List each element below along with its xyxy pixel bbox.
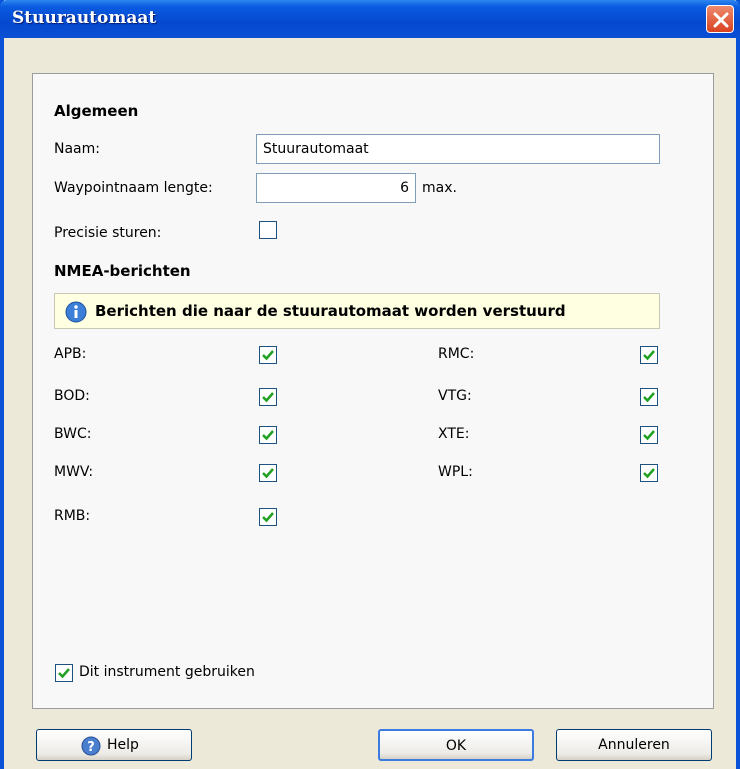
nmea-rmb-checkbox[interactable] bbox=[259, 508, 277, 526]
nmea-right-label: WPL: bbox=[438, 464, 473, 480]
nmea-bod-checkbox[interactable] bbox=[259, 388, 277, 406]
precise-steering-checkbox[interactable] bbox=[259, 221, 277, 239]
close-icon bbox=[713, 12, 729, 28]
nmea-left-label: BOD: bbox=[54, 388, 90, 404]
help-button[interactable]: ? Help bbox=[36, 729, 192, 761]
nmea-left-label: MWV: bbox=[54, 464, 94, 480]
title-bar[interactable]: Stuurautomaat bbox=[0, 0, 740, 38]
svg-text:?: ? bbox=[87, 740, 95, 755]
name-input[interactable]: Stuurautomaat bbox=[256, 134, 660, 164]
precise-steering-label: Precisie sturen: bbox=[54, 225, 162, 241]
nmea-vtg-checkbox[interactable] bbox=[640, 388, 658, 406]
info-icon bbox=[65, 301, 87, 323]
nmea-left-label: APB: bbox=[54, 346, 87, 362]
checkmark-icon bbox=[643, 350, 655, 361]
waypoint-max-label: max. bbox=[422, 180, 457, 196]
close-button[interactable] bbox=[706, 5, 734, 33]
checkmark-icon bbox=[58, 668, 70, 679]
window-title: Stuurautomaat bbox=[12, 8, 157, 28]
waypoint-length-input[interactable]: 6 bbox=[256, 173, 416, 203]
nmea-xte-checkbox[interactable] bbox=[640, 426, 658, 444]
nmea-bwc-checkbox[interactable] bbox=[259, 426, 277, 444]
nmea-left-label: RMB: bbox=[54, 508, 91, 524]
settings-panel bbox=[32, 73, 714, 709]
checkmark-icon bbox=[643, 430, 655, 441]
nmea-right-label: RMC: bbox=[438, 346, 475, 362]
help-icon: ? bbox=[81, 736, 101, 756]
ok-button[interactable]: OK bbox=[378, 729, 534, 761]
nmea-left-label: BWC: bbox=[54, 426, 92, 442]
info-text: Berichten die naar de stuurautomaat word… bbox=[95, 302, 566, 320]
cancel-button[interactable]: Annuleren bbox=[556, 729, 712, 761]
checkmark-icon bbox=[262, 468, 274, 479]
checkmark-icon bbox=[643, 392, 655, 403]
nmea-rmc-checkbox[interactable] bbox=[640, 346, 658, 364]
checkmark-icon bbox=[262, 350, 274, 361]
info-bar: Berichten die naar de stuurautomaat word… bbox=[54, 293, 660, 329]
nmea-right-label: VTG: bbox=[438, 388, 472, 404]
checkmark-icon bbox=[643, 468, 655, 479]
nmea-wpl-checkbox[interactable] bbox=[640, 464, 658, 482]
use-instrument-checkbox[interactable] bbox=[55, 664, 73, 682]
checkmark-icon bbox=[262, 512, 274, 523]
nmea-mwv-checkbox[interactable] bbox=[259, 464, 277, 482]
nmea-right-label: XTE: bbox=[438, 426, 470, 442]
waypoint-length-label: Waypointnaam lengte: bbox=[54, 180, 213, 196]
nmea-apb-checkbox[interactable] bbox=[259, 346, 277, 364]
checkmark-icon bbox=[262, 430, 274, 441]
use-instrument-label: Dit instrument gebruiken bbox=[79, 664, 255, 680]
nmea-heading: NMEA-berichten bbox=[54, 262, 191, 280]
checkmark-icon bbox=[262, 392, 274, 403]
general-heading: Algemeen bbox=[54, 102, 139, 120]
help-button-label: Help bbox=[107, 737, 139, 753]
name-label: Naam: bbox=[54, 141, 100, 157]
